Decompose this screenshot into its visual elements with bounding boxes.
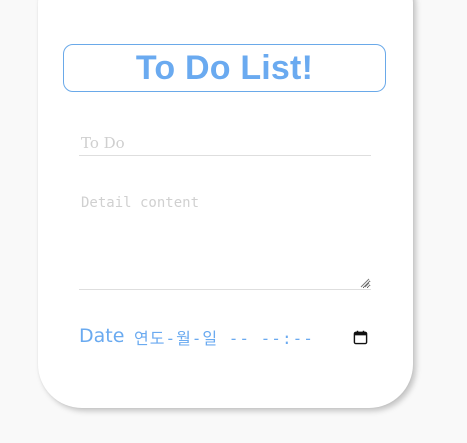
todo-input[interactable] bbox=[79, 130, 371, 156]
detail-textarea[interactable] bbox=[79, 193, 371, 290]
page-title: To Do List! bbox=[135, 49, 314, 87]
date-input-text: 연도-월-일 -- --:-- bbox=[134, 329, 314, 348]
date-input[interactable]: 연도-월-일 -- --:-- bbox=[134, 324, 370, 350]
resize-grip-icon[interactable] bbox=[360, 278, 370, 288]
date-label: Date bbox=[79, 325, 125, 347]
title-box: To Do List! bbox=[63, 44, 386, 92]
calendar-icon[interactable] bbox=[353, 330, 368, 345]
